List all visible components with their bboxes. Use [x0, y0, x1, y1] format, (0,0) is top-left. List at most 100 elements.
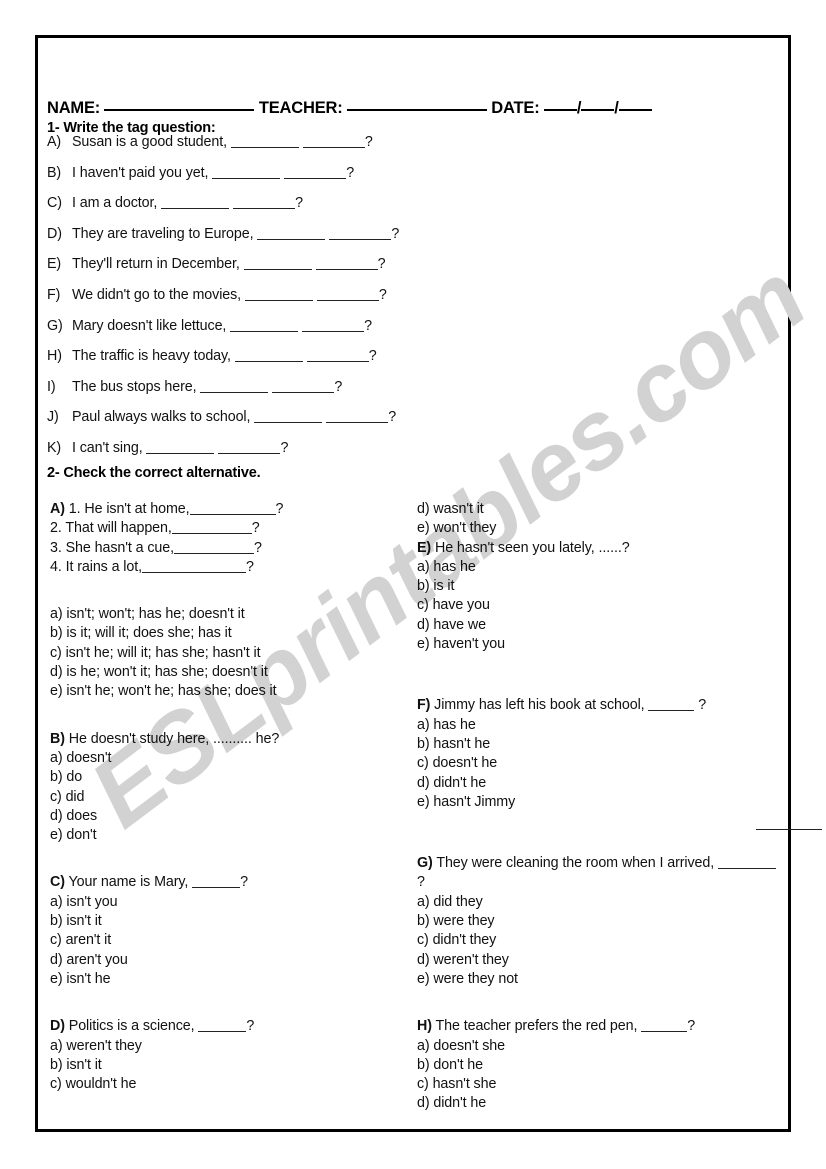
option-F-e[interactable]: e) hasn't Jimmy — [417, 793, 817, 812]
question-text: Mary doesn't like lettuce, — [72, 317, 227, 334]
option-C-d[interactable]: d) aren't you — [50, 951, 400, 970]
answer-blank-1[interactable] — [234, 350, 303, 363]
answer-blank-2[interactable] — [233, 197, 296, 210]
option-G-a[interactable]: a) did they — [417, 893, 817, 912]
answer-blank-2[interactable] — [316, 289, 379, 301]
option-H-d[interactable]: d) didn't he — [417, 1094, 817, 1113]
answer-blank-1[interactable] — [230, 136, 299, 148]
option-B-c[interactable]: c) did — [50, 788, 400, 807]
option-E-b[interactable]: b) is it — [417, 577, 817, 596]
tag-question-row: A) Susan is a good student, ? — [47, 135, 747, 166]
question-D-label: D) — [50, 1018, 65, 1035]
question-text: The bus stops here, — [72, 378, 197, 395]
option-A-b[interactable]: b) is it; will it; does she; has it — [50, 624, 400, 643]
answer-blank-1[interactable] — [243, 258, 312, 271]
option-A-e-continued[interactable]: e) won't they — [417, 519, 817, 538]
option-A-a[interactable]: a) isn't; won't; has he; doesn't it — [50, 605, 400, 624]
date-year-blank[interactable] — [618, 97, 652, 111]
option-H-c[interactable]: c) hasn't she — [417, 1075, 817, 1094]
answer-blank-2[interactable] — [272, 381, 335, 393]
answer-blank-1[interactable] — [200, 381, 269, 393]
question-G-stem: G) They were cleaning the room when I ar… — [417, 854, 817, 873]
option-G-d[interactable]: d) weren't they — [417, 951, 817, 970]
answer-blank[interactable] — [173, 542, 254, 554]
option-C-c[interactable]: c) aren't it — [50, 931, 400, 950]
question-mark: ? — [698, 697, 707, 714]
date-day-blank[interactable] — [543, 97, 577, 111]
option-A-d-continued[interactable]: d) wasn't it — [417, 500, 817, 519]
option-D-b[interactable]: b) isn't it — [50, 1056, 400, 1075]
option-F-a[interactable]: a) has he — [417, 716, 817, 735]
tag-question-row: C) I am a doctor, ? — [47, 196, 747, 227]
option-F-c[interactable]: c) doesn't he — [417, 754, 817, 773]
option-B-d[interactable]: d) does — [50, 807, 400, 826]
answer-blank-2[interactable] — [326, 411, 389, 424]
option-A-d[interactable]: d) is he; won't it; has she; doesn't it — [50, 663, 400, 682]
answer-blank-1[interactable] — [254, 411, 323, 424]
answer-blank[interactable] — [141, 561, 246, 573]
answer-blank-2[interactable] — [315, 258, 378, 271]
answer-blank-1[interactable] — [244, 289, 313, 301]
answer-blank-2[interactable] — [302, 136, 365, 148]
date-month-blank[interactable] — [581, 97, 615, 111]
option-B-a[interactable]: a) doesn't — [50, 749, 400, 768]
option-D-c[interactable]: c) wouldn't he — [50, 1075, 400, 1094]
option-F-d[interactable]: d) didn't he — [417, 774, 817, 793]
option-G-e[interactable]: e) were they not — [417, 970, 817, 989]
question-text: The traffic is heavy today, — [72, 348, 231, 365]
option-C-b[interactable]: b) isn't it — [50, 912, 400, 931]
question-mark: ? — [346, 164, 355, 181]
option-H-b[interactable]: b) don't he — [417, 1056, 817, 1075]
option-E-a[interactable]: a) has he — [417, 558, 817, 577]
stem-text: The teacher prefers the red pen, — [435, 1018, 638, 1035]
answer-blank-2[interactable] — [284, 167, 347, 179]
answer-blank-1[interactable] — [161, 197, 230, 210]
question-G-answer-blank-overflow[interactable] — [756, 828, 822, 830]
question-text: I am a doctor, — [72, 195, 158, 212]
answer-blank[interactable] — [192, 876, 241, 889]
answer-blank-1[interactable] — [230, 320, 299, 332]
answer-blank-1[interactable] — [257, 228, 326, 240]
answer-blank[interactable] — [189, 503, 276, 515]
option-B-b[interactable]: b) do — [50, 768, 400, 787]
tag-question-row: J) Paul always walks to school, ? — [47, 410, 747, 441]
option-G-c[interactable]: c) didn't they — [417, 931, 817, 950]
answer-blank[interactable] — [171, 522, 252, 535]
answer-blank-2[interactable] — [306, 350, 369, 363]
answer-blank-2[interactable] — [302, 320, 365, 332]
option-C-e[interactable]: e) isn't he — [50, 970, 400, 989]
option-H-a[interactable]: a) doesn't she — [417, 1037, 817, 1056]
question-mark: ? — [391, 225, 400, 242]
option-A-c[interactable]: c) isn't he; will it; has she; hasn't it — [50, 644, 400, 663]
answer-blank[interactable] — [648, 699, 695, 712]
name-blank[interactable] — [104, 97, 255, 111]
question-mark: ? — [246, 1018, 255, 1035]
answer-blank[interactable] — [198, 1020, 247, 1033]
date-label: DATE: — [491, 99, 540, 117]
option-C-a[interactable]: a) isn't you — [50, 893, 400, 912]
option-G-b[interactable]: b) were they — [417, 912, 817, 931]
answer-blank-2[interactable] — [218, 442, 281, 454]
answer-blank[interactable] — [718, 857, 776, 870]
option-F-b[interactable]: b) hasn't he — [417, 735, 817, 754]
section-2-left-column: A) 1. He isn't at home,? 2. That will ha… — [50, 500, 400, 1094]
option-B-e[interactable]: e) don't — [50, 826, 400, 845]
option-E-e[interactable]: e) haven't you — [417, 635, 817, 654]
option-E-c[interactable]: c) have you — [417, 596, 817, 615]
answer-blank-1[interactable] — [146, 442, 215, 454]
answer-blank[interactable] — [641, 1020, 688, 1033]
answer-blank-2[interactable] — [329, 228, 392, 240]
question-mark: ? — [364, 317, 373, 334]
teacher-blank[interactable] — [346, 97, 487, 111]
answer-blank-1[interactable] — [212, 167, 281, 179]
option-E-d[interactable]: d) have we — [417, 616, 817, 635]
question-G-label: G) — [417, 855, 433, 872]
option-A-e[interactable]: e) isn't he; won't he; has she; does it — [50, 682, 400, 701]
question-label: J) — [47, 409, 59, 426]
option-D-a[interactable]: a) weren't they — [50, 1037, 400, 1056]
question-F-label: F) — [417, 697, 431, 714]
stem-text: He doesn't study here, .......... he? — [68, 730, 280, 747]
